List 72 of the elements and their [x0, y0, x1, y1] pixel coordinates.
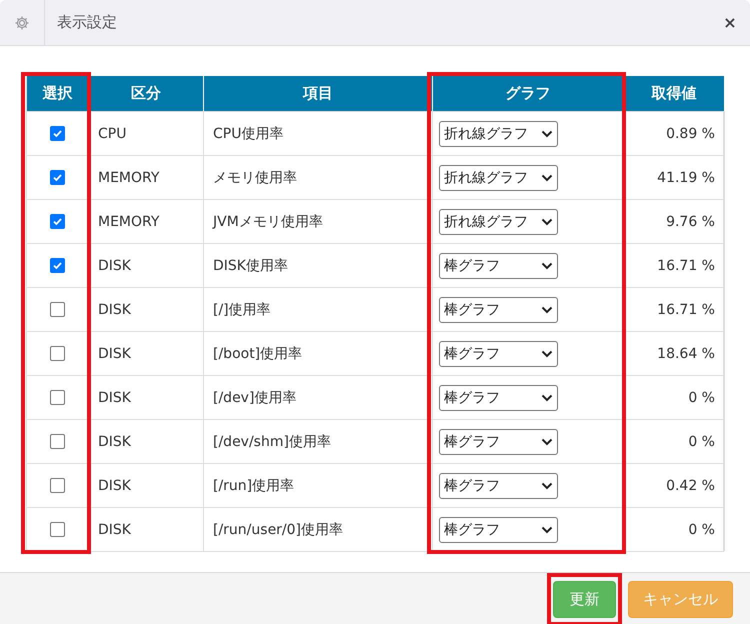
value-cell: 0 %	[688, 434, 715, 450]
caret-icon	[541, 218, 553, 226]
category-cell: DISK	[98, 390, 131, 406]
checkbox[interactable]	[50, 478, 65, 493]
checkbox[interactable]	[50, 170, 65, 185]
category-cell: DISK	[98, 346, 131, 362]
graph-select[interactable]: 棒グラフ	[439, 516, 558, 542]
check-icon	[52, 172, 63, 183]
category-cell: DISK	[98, 258, 131, 274]
checkbox[interactable]	[50, 214, 65, 229]
caret-icon	[541, 130, 553, 138]
checkbox[interactable]	[50, 522, 65, 537]
caret-icon	[541, 526, 553, 534]
item-cell: [/run]使用率	[213, 476, 294, 494]
check-icon	[52, 216, 63, 227]
value-cell: 16.71 %	[657, 258, 715, 274]
caret-icon	[541, 394, 553, 402]
category-cell: MEMORY	[98, 214, 160, 230]
category-cell: DISK	[98, 522, 131, 538]
item-cell: [/dev/shm]使用率	[213, 432, 331, 450]
item-cell: [/dev]使用率	[213, 388, 296, 406]
graph-select[interactable]: 棒グラフ	[439, 252, 558, 278]
caret-icon	[541, 174, 553, 182]
category-cell: MEMORY	[98, 170, 160, 186]
checkbox[interactable]	[50, 302, 65, 317]
caret-icon	[541, 262, 553, 270]
item-cell: メモリ使用率	[213, 168, 297, 186]
close-button[interactable]: ×	[719, 13, 741, 32]
graph-select[interactable]: 棒グラフ	[439, 472, 558, 498]
dialog-title: 表示設定	[57, 13, 117, 32]
column-header: 区分	[131, 84, 161, 103]
graph-select[interactable]: 折れ線グラフ	[439, 164, 558, 190]
category-cell: CPU	[98, 126, 126, 142]
graph-select[interactable]: 折れ線グラフ	[439, 208, 558, 234]
category-cell: DISK	[98, 478, 131, 494]
value-cell: 0.89 %	[666, 126, 715, 142]
checkbox[interactable]	[50, 346, 65, 361]
checkbox[interactable]	[50, 126, 65, 141]
category-cell: DISK	[98, 434, 131, 450]
value-cell: 0.42 %	[666, 478, 715, 494]
caret-icon	[541, 438, 553, 446]
checkbox[interactable]	[50, 390, 65, 405]
item-cell: CPU使用率	[213, 124, 284, 142]
column-header: 選択	[42, 84, 72, 103]
item-cell: [/]使用率	[213, 300, 271, 318]
settings-icon	[14, 14, 30, 30]
check-icon	[52, 128, 63, 139]
value-cell: 0 %	[688, 390, 715, 406]
caret-icon	[541, 350, 553, 358]
graph-select[interactable]: 棒グラフ	[439, 384, 558, 410]
caret-icon	[541, 306, 553, 314]
value-cell: 9.76 %	[666, 214, 715, 230]
checkbox[interactable]	[50, 258, 65, 273]
check-icon	[52, 260, 63, 271]
value-cell: 41.19 %	[657, 170, 715, 186]
item-cell: JVMメモリ使用率	[213, 212, 323, 230]
item-cell: DISK使用率	[213, 256, 288, 274]
column-header: 項目	[303, 84, 333, 103]
graph-select[interactable]: 棒グラフ	[439, 428, 558, 454]
graph-select[interactable]: 棒グラフ	[439, 340, 558, 366]
value-cell: 16.71 %	[657, 302, 715, 318]
item-cell: [/boot]使用率	[213, 344, 302, 362]
category-cell: DISK	[98, 302, 131, 318]
column-header: グラフ	[506, 84, 550, 103]
caret-icon	[541, 482, 553, 490]
value-cell: 0 %	[688, 522, 715, 538]
graph-select[interactable]: 棒グラフ	[439, 296, 558, 322]
item-cell: [/run/user/0]使用率	[213, 520, 344, 538]
graph-select[interactable]: 折れ線グラフ	[439, 120, 558, 146]
column-header: 取得値	[652, 84, 696, 103]
value-cell: 18.64 %	[657, 346, 715, 362]
checkbox[interactable]	[50, 434, 65, 449]
